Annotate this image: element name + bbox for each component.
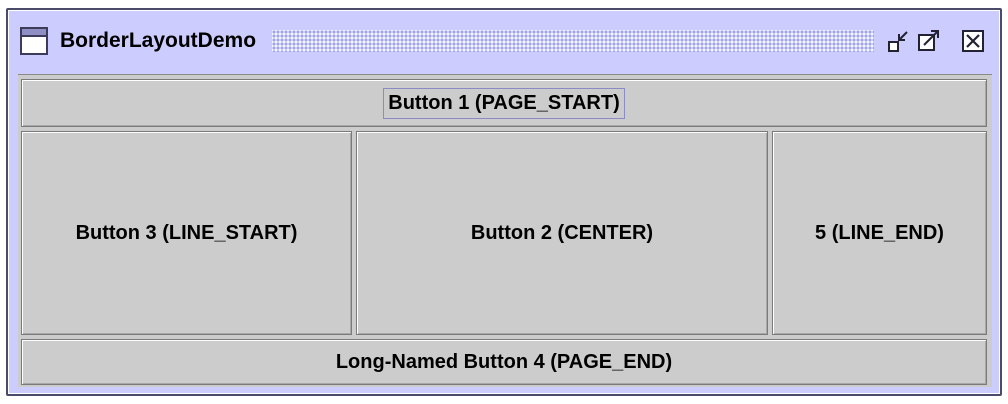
button-page-end-label: Long-Named Button 4 (PAGE_END) [335,350,673,373]
button-center-label: Button 2 (CENTER) [470,221,654,244]
title-bar[interactable]: BorderLayoutDemo [16,18,992,64]
title-bar-grip[interactable] [272,30,874,52]
button-line-end-label: 5 (LINE_END) [815,221,944,244]
app-window: BorderLayoutDemo Button 1 (PAGE_START) B… [6,8,1002,396]
button-page-start[interactable]: Button 1 (PAGE_START) [21,79,987,127]
button-center[interactable]: Button 2 (CENTER) [356,131,768,335]
iconify-icon[interactable] [886,28,912,54]
window-title: BorderLayoutDemo [60,29,257,52]
button-line-start-label: Button 3 (LINE_START) [75,221,298,244]
close-icon[interactable] [960,28,986,54]
content-pane: Button 1 (PAGE_START) Button 3 (LINE_STA… [18,74,992,387]
maximize-icon[interactable] [916,28,942,54]
button-line-end[interactable]: 5 (LINE_END) [772,131,987,335]
button-line-start[interactable]: Button 3 (LINE_START) [21,131,352,335]
button-page-end[interactable]: Long-Named Button 4 (PAGE_END) [21,339,987,385]
button-page-start-label: Button 1 (PAGE_START) [383,87,625,119]
window-icon[interactable] [20,27,48,55]
